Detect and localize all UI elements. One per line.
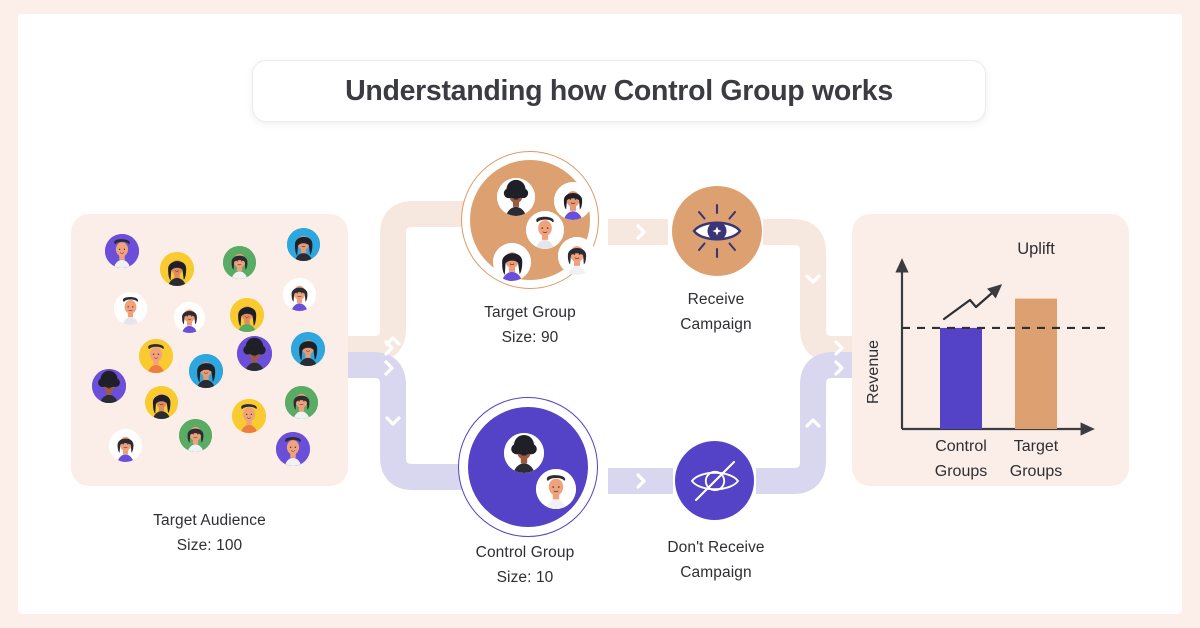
audience-avatar	[230, 298, 264, 332]
not-receive-campaign-caption: Don't Receive Campaign	[634, 535, 798, 585]
target-group-members	[470, 160, 596, 281]
audience-avatar	[105, 234, 139, 268]
target-group-member	[493, 243, 531, 281]
audience-avatar	[285, 386, 318, 419]
control-group-size: Size: 10	[496, 569, 554, 586]
audience-avatar	[114, 292, 147, 325]
audience-avatar	[179, 419, 212, 452]
audience-avatar	[237, 336, 272, 371]
target-group-member	[558, 237, 596, 275]
audience-avatar	[92, 369, 126, 403]
eye-icon	[692, 203, 742, 259]
x-tick-label: Groups	[1010, 463, 1062, 480]
receive-line1: Receive	[687, 291, 745, 308]
audience-avatar	[287, 228, 320, 261]
audience-avatar	[291, 332, 325, 366]
uplift-bar-chart: Revenue Uplift Control Groups Target Groups	[865, 240, 1110, 480]
target-group-caption: Target Group Size: 90	[448, 300, 612, 350]
audience-avatar	[139, 339, 173, 373]
audience-avatar	[174, 302, 205, 333]
audience-avatar	[283, 278, 316, 311]
receive-line2: Campaign	[680, 316, 752, 333]
chevron-right-g	[834, 224, 844, 240]
target-group-title: Target Group	[484, 304, 576, 321]
x-tick-label: Control	[935, 438, 987, 455]
control-group-member	[536, 469, 576, 509]
uplift-label: Uplift	[1017, 240, 1055, 258]
eye-slash-icon	[690, 460, 739, 501]
control-group-members	[468, 407, 588, 527]
audience-avatar	[189, 354, 223, 388]
target-group-size: Size: 90	[501, 329, 559, 346]
x-tick-label: Target	[1014, 438, 1059, 455]
target-group-member	[497, 178, 535, 216]
audience-caption: Target Audience Size: 100	[71, 508, 348, 558]
audience-avatar	[109, 429, 142, 462]
target-group-member	[526, 211, 564, 249]
control-group-caption: Control Group Size: 10	[443, 540, 607, 590]
audience-avatar	[232, 399, 266, 433]
not-receive-line2: Campaign	[680, 564, 752, 581]
audience-size: Size: 100	[176, 537, 243, 554]
receive-campaign-caption: Receive Campaign	[634, 287, 798, 337]
bar-target	[1015, 298, 1057, 429]
eye-slash-icon-circle	[675, 441, 754, 520]
page-frame: Understanding how Control Group works Ta…	[0, 0, 1200, 628]
bar-control	[940, 327, 982, 429]
audience-avatar	[160, 252, 194, 286]
target-group-member	[554, 182, 592, 220]
y-axis-label: Revenue	[865, 340, 882, 404]
growth-arrow	[942, 284, 1003, 321]
control-group-title: Control Group	[475, 544, 575, 561]
chevron-right-h	[834, 473, 844, 489]
x-tick-label: Groups	[935, 463, 987, 480]
eye-icon-circle	[672, 186, 762, 276]
audience-avatar	[145, 386, 178, 419]
audience-avatar	[276, 432, 310, 466]
audience-title: Target Audience	[153, 512, 266, 529]
not-receive-line1: Don't Receive	[667, 539, 765, 556]
control-group-member	[504, 433, 544, 473]
audience-avatar	[223, 246, 256, 279]
content-card: Understanding how Control Group works Ta…	[18, 14, 1182, 614]
